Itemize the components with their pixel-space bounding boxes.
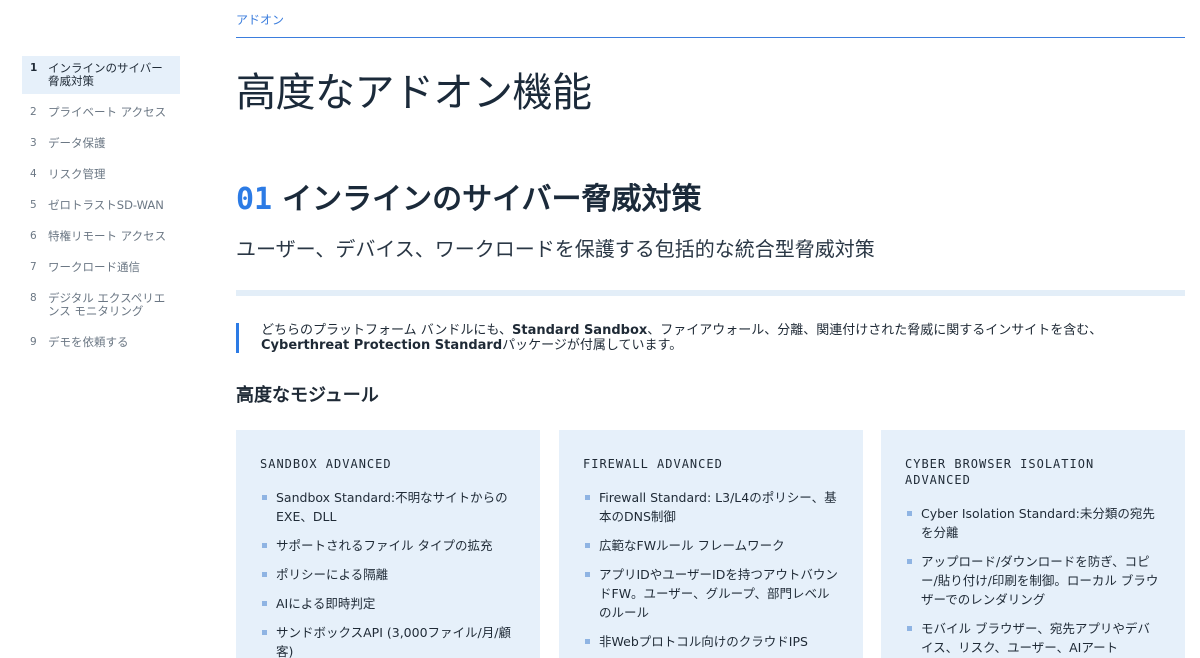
module-card-browser-isolation: CYBER BROWSER ISOLATION ADVANCED Cyber I… — [881, 430, 1185, 658]
section-title: 01 インラインのサイバー脅威対策 — [236, 174, 702, 218]
feature-item: 広範なFWルール フレームワーク — [583, 536, 839, 555]
sidebar-item-request-demo[interactable]: 9 デモを依頼する — [22, 330, 180, 355]
sidebar-item-risk-management[interactable]: 4 リスク管理 — [22, 162, 180, 187]
feature-item: Sandbox Standard:不明なサイトからのEXE、DLL — [260, 488, 516, 526]
sidebar-item-number: 6 — [30, 230, 37, 242]
sidebar-item-label: ゼロトラストSD-WAN — [48, 198, 164, 212]
sidebar-item-label: デモを依頼する — [48, 335, 129, 349]
sidebar-item-number: 4 — [30, 168, 37, 180]
feature-item: AIによる即時判定 — [260, 594, 516, 613]
feature-list: Sandbox Standard:不明なサイトからのEXE、DLL サポートされ… — [260, 488, 516, 658]
card-title: CYBER BROWSER ISOLATION ADVANCED — [905, 457, 1095, 487]
sidebar-nav: 1 インラインのサイバー脅威対策 2 プライベート アクセス 3 データ保護 4… — [22, 56, 180, 361]
section-title-text: インラインのサイバー脅威対策 — [282, 182, 702, 217]
sidebar-item-data-protection[interactable]: 3 データ保護 — [22, 131, 180, 156]
bundle-callout: どちらのプラットフォーム バンドルにも、Standard Sandbox、ファイ… — [236, 323, 1176, 353]
section-divider — [236, 290, 1185, 296]
sidebar-item-privileged-remote-access[interactable]: 6 特権リモート アクセス — [22, 224, 180, 249]
sidebar-item-number: 7 — [30, 261, 37, 273]
sidebar-item-private-access[interactable]: 2 プライベート アクセス — [22, 100, 180, 125]
feature-item: Firewall Standard: L3/L4のポリシー、基本のDNS制御 — [583, 488, 839, 526]
sidebar-item-label: インラインのサイバー脅威対策 — [48, 61, 163, 88]
feature-list: Cyber Isolation Standard:未分類の宛先を分離 アップロー… — [905, 504, 1161, 657]
feature-item: アプリIDやユーザーIDを持つアウトバウンドFW。ユーザー、グループ、部門レベル… — [583, 565, 839, 622]
sidebar-item-label: デジタル エクスペリエンス モニタリング — [48, 291, 166, 318]
sidebar-item-inline-threat[interactable]: 1 インラインのサイバー脅威対策 — [22, 56, 180, 94]
feature-item: 非Webプロトコル向けのクラウドIPS — [583, 632, 839, 651]
sidebar-item-workload-communication[interactable]: 7 ワークロード通信 — [22, 255, 180, 280]
sidebar-item-number: 9 — [30, 336, 37, 348]
section-subtitle: ユーザー、デバイス、ワークロードを保護する包括的な統合型脅威対策 — [236, 237, 875, 261]
card-title: FIREWALL ADVANCED — [583, 457, 723, 471]
feature-item: サンドボックスAPI (3,000ファイル/月/顧客) — [260, 623, 516, 658]
breadcrumb-divider — [236, 37, 1185, 38]
module-card-sandbox: SANDBOX ADVANCED Sandbox Standard:不明なサイト… — [236, 430, 540, 658]
breadcrumb[interactable]: アドオン — [236, 11, 284, 28]
feature-item: ポリシーによる隔離 — [260, 565, 516, 584]
sidebar-item-label: プライベート アクセス — [48, 105, 167, 119]
callout-text: 、ファイアウォール、分離、関連付けされた脅威に関するインサイトを含む、 — [647, 323, 1103, 338]
callout-text: どちらのプラットフォーム バンドルにも、 — [261, 323, 513, 338]
sidebar-item-zero-trust-sdwan[interactable]: 5 ゼロトラストSD-WAN — [22, 193, 180, 218]
callout-bold-cyberthreat: Cyberthreat Protection Standard — [261, 338, 503, 353]
section-number: 01 — [236, 182, 273, 217]
feature-item: モバイル ブラウザー、宛先アプリやデバイス、リスク、ユーザー、AIアート — [905, 619, 1161, 657]
sidebar-item-number: 3 — [30, 137, 37, 149]
sidebar-item-number: 5 — [30, 199, 37, 211]
feature-list: Firewall Standard: L3/L4のポリシー、基本のDNS制御 広… — [583, 488, 839, 651]
sidebar-item-label: ワークロード通信 — [48, 260, 140, 274]
callout-bold-sandbox: Standard Sandbox — [512, 323, 648, 338]
callout-text: パッケージが付属しています。 — [502, 338, 683, 353]
sidebar-item-label: リスク管理 — [48, 167, 106, 181]
feature-item: アップロード/ダウンロードを防ぎ、コピー/貼り付け/印刷を制御。ローカル ブラウ… — [905, 552, 1161, 609]
sidebar-item-label: データ保護 — [48, 136, 106, 150]
modules-heading: 高度なモジュール — [236, 385, 379, 406]
sidebar-item-number: 8 — [30, 292, 37, 304]
feature-item: サポートされるファイル タイプの拡充 — [260, 536, 516, 555]
page-title: 高度なアドオン機能 — [236, 70, 592, 116]
card-title: SANDBOX ADVANCED — [260, 457, 392, 471]
sidebar-item-dem[interactable]: 8 デジタル エクスペリエンス モニタリング — [22, 286, 180, 324]
module-card-firewall: FIREWALL ADVANCED Firewall Standard: L3/… — [559, 430, 863, 658]
sidebar-item-number: 1 — [30, 62, 38, 74]
sidebar-item-number: 2 — [30, 106, 37, 118]
feature-item: Cyber Isolation Standard:未分類の宛先を分離 — [905, 504, 1161, 542]
sidebar-item-label: 特権リモート アクセス — [48, 229, 167, 243]
